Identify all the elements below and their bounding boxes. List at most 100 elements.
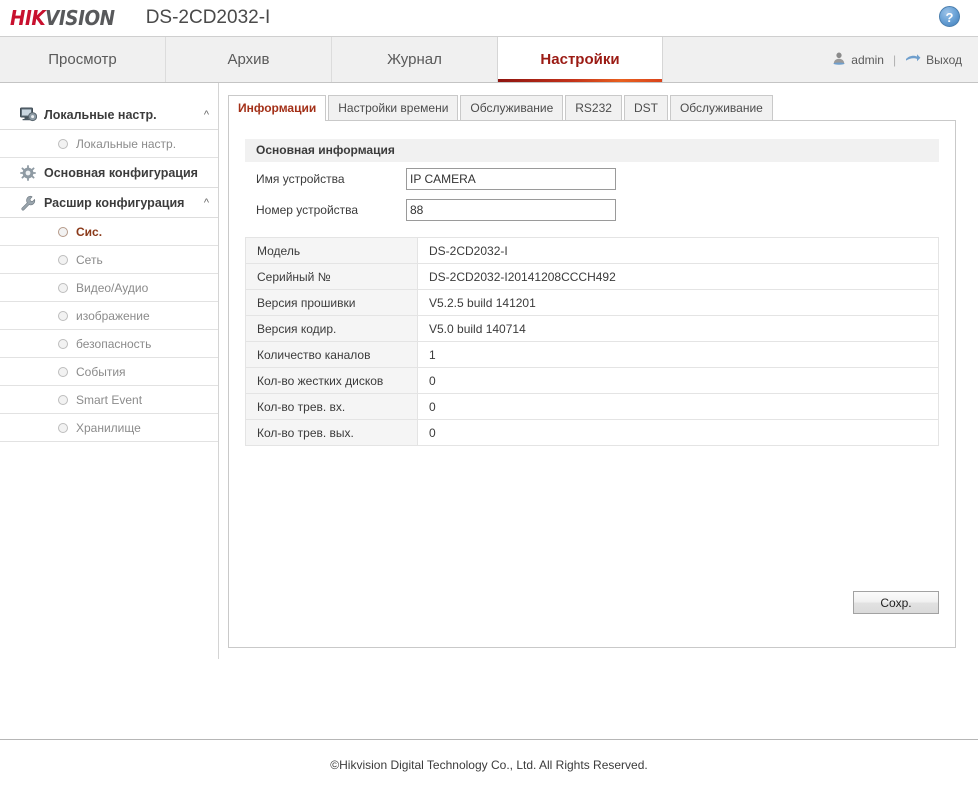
- information-panel: Основная информация Имя устройства Номер…: [228, 121, 956, 648]
- copyright-text: ©Hikvision Digital Technology Co., Ltd. …: [330, 758, 648, 772]
- nav-tab-label: Журнал: [387, 51, 442, 68]
- device-number-input[interactable]: [406, 199, 616, 221]
- nav-tab-settings[interactable]: Настройки: [497, 37, 663, 82]
- row-key: Кол-во жестких дисков: [245, 367, 418, 394]
- tab-dst[interactable]: DST: [623, 95, 668, 120]
- user-name-label: admin: [851, 52, 884, 67]
- row-value: DS-2CD2032-I: [417, 237, 939, 264]
- table-row: Кол-во трев. вых. 0: [245, 419, 939, 446]
- bullet-icon: [58, 226, 68, 237]
- footer: ©Hikvision Digital Technology Co., Ltd. …: [0, 740, 978, 790]
- help-icon[interactable]: ?: [939, 6, 960, 27]
- sidebar-group-advanced-configuration[interactable]: Расшир конфигурация ^: [0, 188, 219, 218]
- current-user[interactable]: admin: [832, 51, 884, 68]
- logo-hik-text: HIK: [10, 6, 46, 30]
- device-name-label: Имя устройства: [256, 172, 345, 186]
- monitor-gear-icon: [19, 107, 37, 123]
- user-separator: |: [892, 52, 897, 67]
- tab-maintenance-2[interactable]: Обслуживание: [669, 95, 773, 120]
- table-row: Кол-во трев. вх. 0: [245, 393, 939, 420]
- sidebar-item-image[interactable]: изображение: [0, 302, 219, 330]
- bullet-icon: [58, 254, 68, 265]
- row-key: Кол-во трев. вых.: [245, 419, 418, 446]
- bullet-icon: [58, 366, 68, 377]
- hikvision-logo: HIKVISION: [10, 6, 115, 30]
- user-area: admin | Выход: [832, 37, 978, 82]
- page-title: DS-2CD2032-I: [145, 7, 271, 28]
- bullet-icon: [58, 338, 68, 349]
- section-title-basic-information: Основная информация: [245, 139, 939, 162]
- row-key: Серийный №: [245, 263, 418, 290]
- row-key: Количество каналов: [245, 341, 418, 368]
- table-row: Количество каналов 1: [245, 341, 939, 368]
- sidebar-item-local-settings[interactable]: Локальные настр.: [0, 130, 219, 158]
- sidebar-group-label: Расшир конфигурация: [44, 195, 185, 210]
- logout-arrow-icon: [905, 52, 921, 67]
- sidebar-item-label: Сеть: [76, 252, 103, 267]
- chevron-up-icon: ^: [203, 197, 209, 209]
- sidebar-item-label: изображение: [76, 308, 150, 323]
- bullet-icon: [58, 282, 68, 293]
- logout-label: Выход: [926, 52, 962, 67]
- tab-label: Обслуживание: [679, 101, 763, 115]
- sidebar-item-video-audio[interactable]: Видео/Аудио: [0, 274, 219, 302]
- row-key: Версия прошивки: [245, 289, 418, 316]
- sidebar-group-local-settings[interactable]: Локальные настр. ^: [0, 100, 219, 130]
- sidebar-item-label: Хранилище: [76, 420, 141, 435]
- sidebar-item-events[interactable]: События: [0, 358, 219, 386]
- sidebar-item-smart-event[interactable]: Smart Event: [0, 386, 219, 414]
- row-key: Модель: [245, 237, 418, 264]
- device-name-input[interactable]: [406, 168, 616, 190]
- tab-maintenance[interactable]: Обслуживание: [460, 95, 564, 120]
- person-icon: [832, 51, 846, 68]
- sidebar-group-basic-configuration[interactable]: Основная конфигурация: [0, 158, 219, 188]
- bullet-icon: [58, 422, 68, 433]
- save-button[interactable]: Сохр.: [853, 591, 939, 614]
- table-row: Кол-во жестких дисков 0: [245, 367, 939, 394]
- logo-vision-text: VISION: [45, 6, 115, 30]
- tab-label: Информации: [238, 101, 317, 115]
- nav-tab-label: Архив: [227, 51, 270, 68]
- sidebar-group-label: Основная конфигурация: [44, 165, 198, 180]
- row-value: 0: [417, 419, 939, 446]
- nav-tab-preview[interactable]: Просмотр: [0, 37, 166, 82]
- sidebar-group-label: Локальные настр.: [44, 107, 157, 122]
- content-pane: Информации Настройки времени Обслуживани…: [219, 83, 978, 739]
- chevron-up-icon: ^: [203, 109, 209, 121]
- sidebar-item-system[interactable]: Сис.: [0, 218, 219, 246]
- row-value: 0: [417, 393, 939, 420]
- logout-button[interactable]: Выход: [905, 52, 962, 67]
- top-logo-bar: HIKVISION DS-2CD2032-I ?: [0, 0, 978, 36]
- row-value: V5.0 build 140714: [417, 315, 939, 342]
- table-row: Версия прошивки V5.2.5 build 141201: [245, 289, 939, 316]
- tab-time-settings[interactable]: Настройки времени: [328, 95, 459, 120]
- nav-tab-log[interactable]: Журнал: [332, 37, 498, 82]
- device-info-table: Модель DS-2CD2032-I Серийный № DS-2CD203…: [245, 237, 939, 446]
- form-row-device-number: Номер устройства: [245, 196, 939, 224]
- nav-tab-archive[interactable]: Архив: [166, 37, 332, 82]
- tab-label: Обслуживание: [470, 101, 554, 115]
- tab-rs232[interactable]: RS232: [565, 95, 622, 120]
- sub-tab-bar: Информации Настройки времени Обслуживани…: [228, 93, 956, 121]
- row-value: V5.2.5 build 141201: [417, 289, 939, 316]
- tab-label: DST: [633, 101, 658, 115]
- table-row: Модель DS-2CD2032-I: [245, 237, 939, 264]
- page-body: Локальные настр. ^ Локальные настр. Осно…: [0, 83, 978, 740]
- main-navigation: Просмотр Архив Журнал Настройки admin | …: [0, 36, 978, 83]
- tab-label: RS232: [575, 101, 612, 115]
- tab-label: Настройки времени: [338, 101, 449, 115]
- row-key: Кол-во трев. вх.: [245, 393, 418, 420]
- button-row: Сохр.: [853, 591, 939, 647]
- nav-tab-label: Просмотр: [48, 51, 117, 68]
- sidebar-item-security[interactable]: безопасность: [0, 330, 219, 358]
- form-row-device-name: Имя устройства: [245, 165, 939, 193]
- sidebar-item-label: Сис.: [76, 224, 103, 239]
- sidebar-item-network[interactable]: Сеть: [0, 246, 219, 274]
- sidebar-item-storage[interactable]: Хранилище: [0, 414, 219, 442]
- tab-information[interactable]: Информации: [228, 95, 327, 121]
- row-value: 0: [417, 367, 939, 394]
- table-row: Серийный № DS-2CD2032-I20141208CCCH492: [245, 263, 939, 290]
- device-number-label: Номер устройства: [256, 203, 359, 217]
- sidebar-item-label: безопасность: [76, 336, 152, 351]
- sidebar-item-label: Видео/Аудио: [76, 280, 149, 295]
